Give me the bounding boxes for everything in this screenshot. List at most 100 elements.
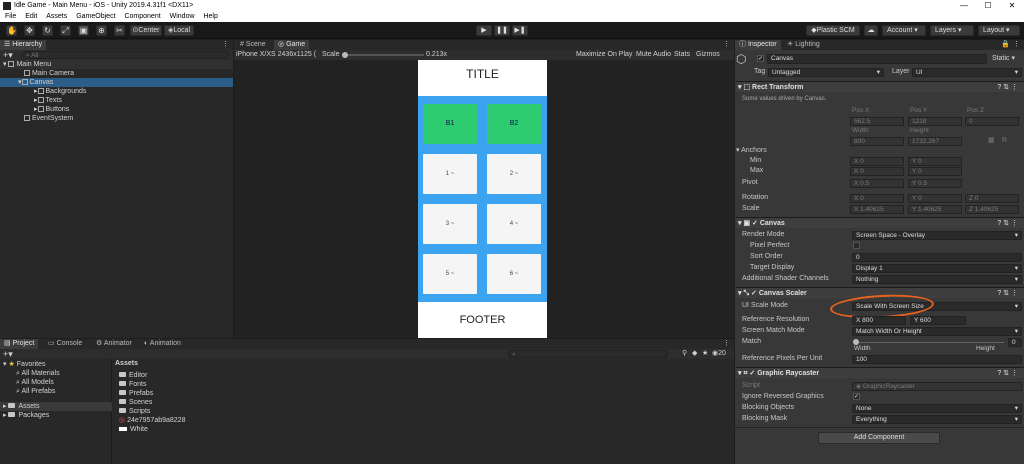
- layers-dropdown[interactable]: Layers ▾: [930, 25, 974, 36]
- screen-match-mode-dropdown[interactable]: Match Width Or Height ▾: [852, 327, 1022, 336]
- posy-field[interactable]: 1218: [908, 117, 962, 126]
- filter-icon[interactable]: ⚲: [682, 349, 687, 359]
- asset-item[interactable]: Scenes: [113, 398, 346, 407]
- minimize-icon[interactable]: —: [952, 0, 976, 12]
- tab-hierarchy[interactable]: ☰ Hierarchy: [0, 40, 47, 50]
- component-menu-icon[interactable]: ? ⇅ ⋮: [997, 218, 1018, 229]
- custom-tool-icon[interactable]: ✂: [114, 25, 125, 36]
- ignore-reversed-checkbox[interactable]: ✓: [853, 393, 860, 400]
- favorite-item[interactable]: ⌕ All Models: [0, 378, 112, 387]
- favorites-row[interactable]: ▾ ★ Favorites: [0, 360, 112, 369]
- anchor-min-y[interactable]: Y 0: [908, 157, 962, 166]
- resolution-dropdown[interactable]: iPhone X/XS 2436x1125 (: [236, 50, 316, 60]
- star-icon[interactable]: ★: [702, 349, 708, 359]
- step-button[interactable]: ▶❚: [512, 25, 528, 36]
- scale-slider[interactable]: [342, 52, 424, 58]
- move-tool-icon[interactable]: ✥: [24, 25, 35, 36]
- scene-row[interactable]: ▾ Main Menu: [0, 60, 233, 69]
- maximize-on-play-toggle[interactable]: Maximize On Play: [576, 50, 632, 60]
- blueprint-icon[interactable]: ▦: [988, 136, 995, 146]
- panel-menu-icon[interactable]: ⋮: [222, 40, 229, 50]
- tab-project[interactable]: ▤ Project: [0, 339, 39, 349]
- rotation-y[interactable]: Y 0: [908, 194, 962, 203]
- scale-slider-handle[interactable]: [342, 52, 348, 58]
- graphic-raycaster-header[interactable]: ▾ ⌗ ✓ Graphic Raycaster ? ⇅ ⋮: [736, 367, 1024, 378]
- posx-field[interactable]: 562.5: [850, 117, 904, 126]
- asset-item[interactable]: Fonts: [113, 380, 346, 389]
- game-card[interactable]: 1 ~: [423, 154, 477, 194]
- tab-inspector[interactable]: ⓘ Inspector: [735, 40, 781, 50]
- menu-edit[interactable]: Edit: [25, 13, 37, 20]
- assets-root-row[interactable]: ▸ Assets: [0, 402, 112, 411]
- tab-animator[interactable]: ⚙ Animator: [92, 339, 136, 349]
- stats-toggle[interactable]: Stats: [674, 50, 690, 60]
- rect-transform-header[interactable]: ▾ ⬚ Rect Transform ? ⇅ ⋮: [736, 81, 1024, 92]
- game-button-b1[interactable]: B1: [423, 104, 477, 144]
- target-display-dropdown[interactable]: Display 1 ▾: [852, 264, 1022, 273]
- maximize-icon[interactable]: ☐: [976, 0, 1000, 12]
- play-button[interactable]: ▶: [476, 25, 492, 36]
- game-button-b2[interactable]: B2: [487, 104, 541, 144]
- static-checkbox[interactable]: Static ▾: [992, 54, 1015, 64]
- pivot-y[interactable]: Y 0.5: [908, 179, 962, 188]
- rect-tool-icon[interactable]: ▣: [78, 25, 89, 36]
- asset-item[interactable]: White: [113, 425, 346, 434]
- favorite-item[interactable]: ⌕ All Prefabs: [0, 387, 112, 396]
- add-component-button[interactable]: Add Component: [818, 432, 940, 444]
- game-card[interactable]: 3 ~: [423, 204, 477, 244]
- asset-item[interactable]: ◎ 24e7957ab9a8228: [113, 416, 346, 425]
- rotation-z[interactable]: Z 0: [965, 194, 1019, 203]
- tab-lighting[interactable]: ☀ Lighting: [783, 40, 824, 50]
- asset-item[interactable]: Editor: [113, 371, 346, 380]
- game-card[interactable]: 4 ~: [487, 204, 541, 244]
- object-name-input[interactable]: Canvas: [767, 54, 987, 64]
- hierarchy-item-selected[interactable]: ▾ Canvas: [0, 78, 233, 87]
- add-object-icon[interactable]: +▾: [3, 50, 13, 60]
- gizmos-dropdown[interactable]: Gizmos: [696, 50, 720, 60]
- label-icon[interactable]: ◆: [692, 349, 697, 359]
- tab-animation[interactable]: ◐ Animation: [140, 339, 185, 349]
- menu-gameobject[interactable]: GameObject: [76, 13, 115, 20]
- anchor-max-x[interactable]: X 0: [850, 167, 904, 176]
- game-card[interactable]: 2 ~: [487, 154, 541, 194]
- menu-component[interactable]: Component: [124, 13, 160, 20]
- scale-tool-icon[interactable]: ⤢: [60, 25, 71, 36]
- reference-resolution-x[interactable]: X 800: [852, 316, 906, 325]
- tab-scene[interactable]: # Scene: [236, 40, 270, 50]
- mute-audio-toggle[interactable]: Mute Audio: [636, 50, 671, 60]
- project-search-input[interactable]: ⌕: [508, 350, 668, 358]
- match-slider[interactable]: [853, 339, 1004, 345]
- menu-assets[interactable]: Assets: [46, 13, 67, 20]
- hierarchy-item[interactable]: EventSystem: [0, 114, 233, 123]
- menu-file[interactable]: File: [5, 13, 16, 20]
- packages-root-row[interactable]: ▸ Packages: [0, 411, 112, 420]
- component-menu-icon[interactable]: ? ⇅ ⋮: [997, 368, 1018, 379]
- eye-icon[interactable]: ◉20: [712, 349, 726, 359]
- canvas-component-header[interactable]: ▾ ▣ ✓ Canvas ? ⇅ ⋮: [736, 217, 1024, 228]
- close-icon[interactable]: ✕: [1000, 0, 1024, 12]
- hierarchy-search-input[interactable]: ⌕ All: [22, 51, 229, 59]
- shader-channels-dropdown[interactable]: Nothing ▾: [852, 275, 1022, 284]
- tab-game[interactable]: ◎ Game: [274, 40, 310, 50]
- cloud-icon[interactable]: ☁: [864, 25, 878, 36]
- favorite-item[interactable]: ⌕ All Materials: [0, 369, 112, 378]
- transform-tool-icon[interactable]: ⊕: [96, 25, 107, 36]
- create-asset-icon[interactable]: +▾: [3, 349, 13, 359]
- sort-order-field[interactable]: 0: [852, 253, 1022, 262]
- component-menu-icon[interactable]: ? ⇅ ⋮: [997, 288, 1018, 299]
- hierarchy-item[interactable]: ▸ Texts: [0, 96, 233, 105]
- menu-window[interactable]: Window: [170, 13, 195, 20]
- active-checkbox[interactable]: ✓: [757, 55, 764, 62]
- pivot-local-button[interactable]: ◈Local: [164, 25, 194, 36]
- game-card[interactable]: 5 ~: [423, 254, 477, 294]
- hierarchy-item[interactable]: ▸ Buttons: [0, 105, 233, 114]
- game-card[interactable]: 6 ~: [487, 254, 541, 294]
- anchor-min-x[interactable]: X 0: [850, 157, 904, 166]
- width-field[interactable]: 800: [850, 137, 904, 146]
- scale-x[interactable]: X 1.40625: [850, 205, 904, 214]
- asset-item[interactable]: Prefabs: [113, 389, 346, 398]
- tab-console[interactable]: ▭ Console: [44, 339, 86, 349]
- reference-resolution-y[interactable]: Y 600: [910, 316, 966, 325]
- blocking-mask-dropdown[interactable]: Everything ▾: [852, 415, 1022, 424]
- lock-icon[interactable]: 🔒: [1001, 40, 1010, 50]
